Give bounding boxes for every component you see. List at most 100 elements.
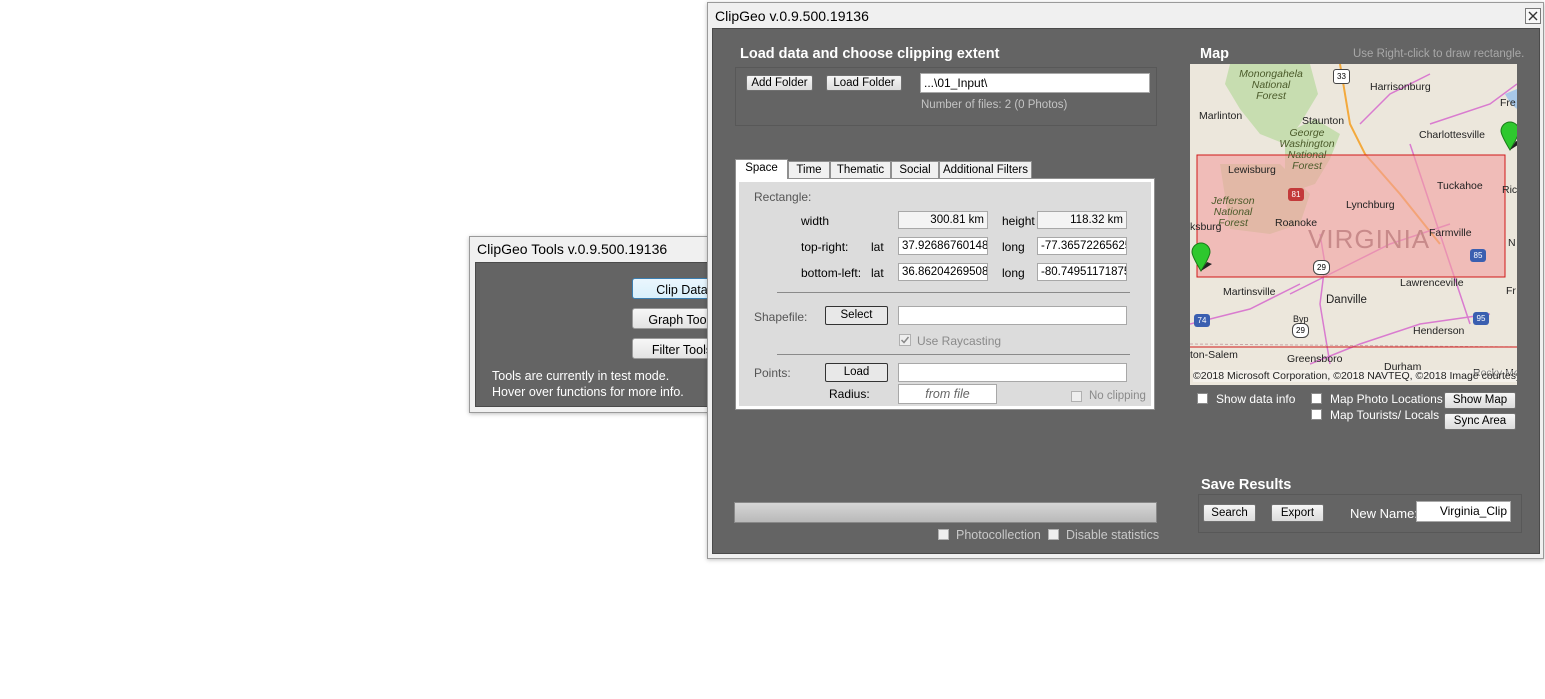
close-button[interactable] — [1525, 8, 1541, 24]
input-folder-field[interactable]: ...\01_Input\ — [920, 73, 1150, 93]
top-right-long-label: long — [1002, 240, 1025, 254]
height-field[interactable]: 118.32 km — [1037, 211, 1127, 229]
load-points-button[interactable]: Load — [825, 363, 888, 382]
map-copyright: ©2018 Microsoft Corporation, ©2018 NAVTE… — [1193, 370, 1517, 382]
select-shapefile-button[interactable]: Select — [825, 306, 888, 325]
map-label-winston-salem: ton-Salem — [1190, 349, 1238, 361]
main-window-title: ClipGeo v.0.9.500.19136 — [715, 8, 869, 24]
tab-thematic[interactable]: Thematic — [830, 161, 891, 178]
load-folder-button[interactable]: Load Folder — [826, 75, 902, 91]
use-raycasting-checkbox[interactable] — [899, 334, 911, 346]
height-label: height — [1002, 214, 1035, 228]
map-label-ric: Ric — [1502, 184, 1517, 196]
photocollection-checkbox[interactable] — [938, 529, 949, 540]
tab-space[interactable]: Space — [735, 159, 788, 179]
radius-label: Radius: — [829, 387, 870, 401]
map-label-virginia: VIRGINIA — [1308, 224, 1431, 254]
bottom-left-lat-field[interactable]: 36.86204269508 — [898, 263, 988, 281]
shapefile-field[interactable] — [898, 306, 1127, 325]
map-label-greensboro: Greensboro — [1287, 353, 1343, 365]
width-label: width — [801, 214, 830, 228]
tools-window-title: ClipGeo Tools v.0.9.500.19136 — [477, 241, 668, 257]
separator-2 — [777, 354, 1130, 355]
map-label-marlinton: Marlinton — [1199, 110, 1243, 122]
top-right-label: top-right: — [801, 240, 849, 254]
clipgeo-tools-window: ClipGeo Tools v.0.9.500.19136 Clip Data … — [469, 236, 732, 413]
main-panel: Load data and choose clipping extent Add… — [712, 28, 1540, 554]
map-tourists-label: Map Tourists/ Locals — [1330, 408, 1440, 422]
progress-bar — [734, 502, 1157, 523]
file-count-text: Number of files: 2 (0 Photos) — [921, 99, 1068, 111]
photocollection-label: Photocollection — [956, 528, 1041, 542]
save-results-heading: Save Results — [1201, 477, 1292, 493]
marker-pin-icon[interactable] — [1499, 121, 1517, 151]
map-label-burg: ksburg — [1190, 221, 1222, 233]
map-label-fr: Fr — [1506, 285, 1516, 297]
export-button[interactable]: Export — [1271, 504, 1324, 522]
map-label-charlottesville: Charlottesville — [1419, 129, 1485, 141]
map-label-byp: Byp — [1293, 314, 1309, 324]
map-heading: Map — [1200, 46, 1229, 62]
space-tab-inner: Rectangle: width 300.81 km height 118.32… — [739, 182, 1151, 406]
map-view[interactable]: 33 81 29 85 74 95 29 Byp Monongahela Nat… — [1190, 64, 1517, 385]
new-name-label: New Name: — [1350, 506, 1418, 521]
space-tab-panel: Rectangle: width 300.81 km height 118.32… — [735, 178, 1155, 410]
map-tourists-checkbox[interactable] — [1311, 409, 1322, 420]
map-label-martinsville: Martinsville — [1223, 286, 1276, 298]
add-folder-button[interactable]: Add Folder — [746, 75, 813, 91]
search-button[interactable]: Search — [1203, 504, 1256, 522]
tools-panel: Clip Data Graph Tools Filter Tools Tools… — [475, 262, 732, 407]
sync-area-button[interactable]: Sync Area — [1444, 413, 1516, 430]
disable-statistics-checkbox[interactable] — [1048, 529, 1059, 540]
bottom-left-lat-label: lat — [871, 266, 884, 280]
top-right-lat-label: lat — [871, 240, 884, 254]
map-label-danville: Danville — [1326, 294, 1367, 306]
disable-statistics-label: Disable statistics — [1066, 528, 1160, 542]
tab-social[interactable]: Social — [891, 161, 939, 178]
map-label-henderson: Henderson — [1413, 325, 1465, 337]
map-photo-locations-checkbox[interactable] — [1311, 393, 1322, 404]
map-label-lewisburg: Lewisburg — [1228, 164, 1276, 176]
shield-i74: 74 — [1194, 314, 1210, 327]
top-right-lat-field[interactable]: 37.92686760148 — [898, 237, 988, 255]
checkmark-icon — [900, 336, 910, 344]
radius-field[interactable]: from file — [898, 384, 997, 404]
bottom-left-long-label: long — [1002, 266, 1025, 280]
shield-i95: 95 — [1473, 312, 1489, 325]
width-field[interactable]: 300.81 km — [898, 211, 988, 229]
top-right-long-field[interactable]: -77.36572265625 — [1037, 237, 1127, 255]
marker-pin-icon[interactable] — [1190, 242, 1214, 272]
map-label-fre: Fre — [1500, 97, 1516, 109]
no-clipping-label: No clipping — [1089, 390, 1146, 402]
map-photo-locations-label: Map Photo Locations — [1330, 392, 1443, 406]
close-icon — [1528, 11, 1538, 21]
hover-info-text: Hover over functions for more info. — [492, 385, 684, 399]
map-label-gw-forest: George Washington National Forest — [1279, 127, 1335, 172]
shield-i81: 81 — [1288, 188, 1304, 201]
tab-time[interactable]: Time — [788, 161, 830, 178]
new-name-field[interactable]: Virginia_Clip — [1416, 501, 1511, 522]
tab-additional-filters[interactable]: Additional Filters — [939, 161, 1032, 178]
separator-1 — [777, 292, 1130, 293]
map-label-n: N — [1508, 237, 1516, 249]
shield-us33: 33 — [1333, 69, 1350, 84]
map-label-farmville: Farmville — [1429, 227, 1472, 239]
show-map-button[interactable]: Show Map — [1444, 392, 1516, 409]
rectangle-label: Rectangle: — [754, 190, 812, 204]
use-raycasting-label: Use Raycasting — [917, 334, 1002, 348]
shield-i85: 85 — [1470, 249, 1486, 262]
shield-us29b: 29 — [1292, 323, 1309, 338]
map-hint-text: Use Right-click to draw rectangle. — [1353, 48, 1525, 60]
clipgeo-main-window: ClipGeo v.0.9.500.19136 Load data and ch… — [707, 2, 1544, 559]
shield-us29a: 29 — [1313, 260, 1330, 275]
map-label-monongahela: Monongahela National Forest — [1239, 68, 1303, 102]
bottom-left-long-field[interactable]: -80.74951171875 — [1037, 263, 1127, 281]
load-section-heading: Load data and choose clipping extent — [740, 46, 1000, 62]
show-data-info-checkbox[interactable] — [1197, 393, 1208, 404]
map-label-lynchburg: Lynchburg — [1346, 199, 1395, 211]
no-clipping-checkbox[interactable] — [1071, 391, 1082, 402]
map-label-tuckahoe: Tuckahoe — [1437, 180, 1483, 192]
points-field[interactable] — [898, 363, 1127, 382]
points-label: Points: — [754, 366, 791, 380]
map-label-lawrenceville: Lawrenceville — [1400, 277, 1464, 289]
